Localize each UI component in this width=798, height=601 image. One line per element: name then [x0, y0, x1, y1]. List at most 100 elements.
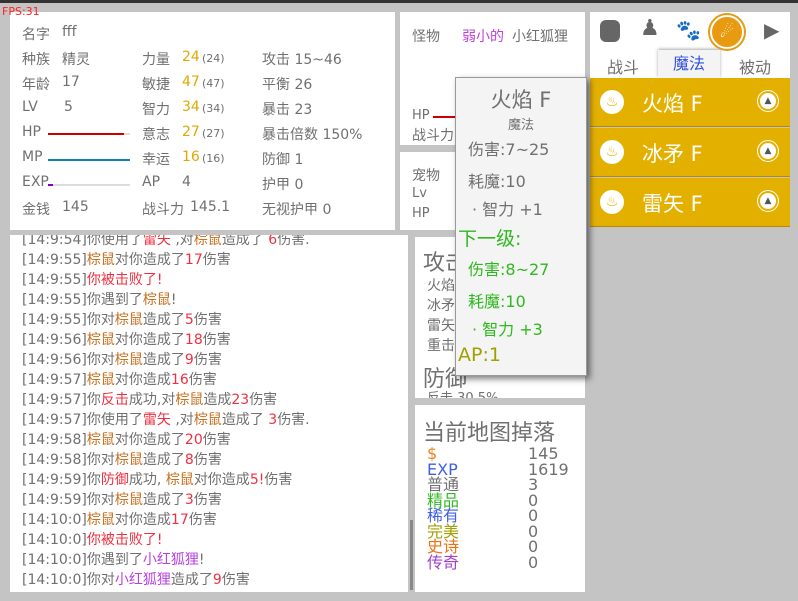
- ap-value: 4: [182, 174, 191, 190]
- character-stats-panel: 名字 fff 种族 精灵 年龄 17 LV 5 HP MP EXP 金钱 145 力量 24 (24) 敏捷 47…: [10, 12, 395, 230]
- counter-stat: 反击 30.5%: [427, 387, 498, 398]
- attr-label: 敏捷: [142, 77, 170, 93]
- combat-skill: 重击: [427, 338, 455, 354]
- log-segment: 伤害: [193, 452, 222, 468]
- stat-value: 17: [62, 74, 80, 90]
- drop-count: 0: [528, 506, 539, 525]
- tab-1[interactable]: 魔法: [658, 50, 720, 78]
- log-segment: 5!: [249, 472, 265, 488]
- log-segment: !: [198, 552, 205, 568]
- log-scrollbar[interactable]: [410, 520, 413, 590]
- combat-stat-value: 150%: [322, 127, 363, 143]
- log-segment: [14:9:55]你遇到了: [22, 292, 143, 308]
- play-icon[interactable]: ▶: [764, 18, 779, 42]
- log-segment: 棕鼠: [175, 392, 204, 408]
- log-segment: 造成了: [142, 312, 185, 328]
- attr-value: 24: [182, 49, 200, 65]
- log-line: [14:9:57]你反击成功,对棕鼠造成23伤害: [22, 389, 277, 409]
- log-segment: 18: [184, 332, 203, 348]
- log-segment: 棕鼠: [86, 512, 115, 528]
- log-segment: 棕鼠: [114, 312, 143, 328]
- log-segment: 造成了: [142, 492, 185, 508]
- stat-label: 名字: [22, 27, 50, 43]
- tooltip-ap: AP:1: [458, 344, 501, 366]
- log-segment: 伤害: [202, 432, 231, 448]
- log-segment: 对你造成: [114, 512, 171, 528]
- log-segment: 造成了: [142, 352, 185, 368]
- log-segment: 23: [231, 392, 250, 408]
- battle-log[interactable]: [14:9:54]你使用了雷矢 ,对棕鼠造成了 6伤害. [14:9:55]棕鼠对…: [10, 235, 408, 592]
- log-segment: [14:10:0]: [22, 532, 87, 548]
- log-segment: 反击: [100, 392, 129, 408]
- log-segment: ,对: [170, 412, 194, 428]
- skill-item[interactable]: ♨ 雷矢 F ▲: [590, 178, 790, 227]
- bag-icon[interactable]: [600, 20, 620, 42]
- attr-base: (27): [202, 127, 225, 140]
- stat-value: 145: [62, 199, 89, 215]
- skill-name: 冰矛 F: [642, 142, 703, 166]
- log-segment: [14:9:59]你: [22, 472, 101, 488]
- drop-label: 稀有: [427, 506, 460, 525]
- monster-prefix: 弱小的: [462, 29, 504, 45]
- attr-value: 47: [182, 74, 200, 90]
- combat-stat-value: 15~46: [294, 52, 342, 68]
- log-line: [14:9:56]棕鼠对你造成了18伤害: [22, 329, 231, 349]
- log-line: [14:9:58]你对棕鼠造成了8伤害: [22, 449, 222, 469]
- attr-base: (16): [202, 152, 225, 165]
- log-segment: 棕鼠: [193, 235, 222, 248]
- paw-icon[interactable]: 🐾: [676, 18, 701, 42]
- skill-name: 火焰 F: [642, 92, 703, 116]
- log-segment: [14:9:57]: [22, 372, 87, 388]
- combat-skill: 火焰: [427, 278, 455, 294]
- mp-bar: [48, 159, 130, 161]
- stat-value: fff: [62, 24, 77, 40]
- upgrade-icon[interactable]: ▲: [760, 93, 776, 109]
- log-line: [14:10:0]你遇到了小红狐狸!: [22, 549, 205, 569]
- log-segment: 17: [184, 252, 203, 268]
- log-line: [14:9:57]棕鼠对你造成16伤害: [22, 369, 217, 389]
- log-segment: 伤害: [193, 352, 222, 368]
- log-segment: 伤害: [188, 372, 217, 388]
- log-segment: 小红狐狸: [142, 552, 199, 568]
- log-segment: [14:9:59]你对: [22, 492, 115, 508]
- stat-label: LV: [22, 99, 38, 115]
- ap-label: AP: [142, 174, 161, 190]
- stat-label: EXP: [22, 174, 49, 190]
- power-label: 战斗力: [142, 202, 184, 218]
- monster-label: 怪物: [412, 29, 440, 45]
- skill-item[interactable]: ♨ 冰矛 F ▲: [590, 128, 790, 177]
- skill-name: 雷矢 F: [642, 192, 703, 216]
- skill-tooltip: 火焰 F 魔法 伤害:7~25 耗魔:10 · 智力 +1 下一级: 伤害:8~…: [455, 77, 587, 376]
- tooltip-requirement: · 智力 +1: [472, 200, 543, 219]
- log-segment: [14:9:58]你对: [22, 452, 115, 468]
- log-segment: [14:9:56]: [22, 332, 87, 348]
- drop-label: 传奇: [427, 552, 460, 572]
- log-segment: 3: [184, 492, 194, 508]
- attr-label: 意志: [142, 127, 170, 143]
- tooltip-type: 魔法: [507, 118, 534, 133]
- log-line: [14:9:54]你使用了雷矢 ,对棕鼠造成了 6伤害.: [22, 235, 310, 249]
- character-icon[interactable]: ♟: [640, 16, 660, 41]
- log-segment: 造成了: [221, 235, 269, 248]
- log-segment: 造成了: [142, 452, 185, 468]
- monster-hp-label: HP: [412, 108, 430, 123]
- log-segment: 伤害: [264, 472, 293, 488]
- log-segment: 棕鼠: [86, 372, 115, 388]
- log-line: [14:10:0]你被击败了!: [22, 529, 163, 549]
- upgrade-icon[interactable]: ▲: [760, 193, 776, 209]
- monster-power-label: 战斗力: [412, 128, 454, 144]
- attr-base: (47): [202, 77, 225, 90]
- stat-label: MP: [22, 149, 43, 165]
- magic-icon[interactable]: ☄: [710, 15, 744, 49]
- skill-item[interactable]: ♨ 火焰 F ▲: [590, 78, 790, 127]
- log-segment: 伤害: [202, 252, 231, 268]
- combat-stat: 平衡 26: [262, 74, 312, 94]
- attr-label: 智力: [142, 102, 170, 118]
- drop-count: 145: [528, 444, 559, 463]
- log-segment: 20: [184, 432, 203, 448]
- upgrade-icon[interactable]: ▲: [760, 143, 776, 159]
- combat-stat-label: 防御: [262, 152, 290, 168]
- combat-stat: 暴击倍数 150%: [262, 124, 362, 144]
- log-segment: 棕鼠: [86, 332, 115, 348]
- combat-stat-label: 平衡: [262, 77, 290, 93]
